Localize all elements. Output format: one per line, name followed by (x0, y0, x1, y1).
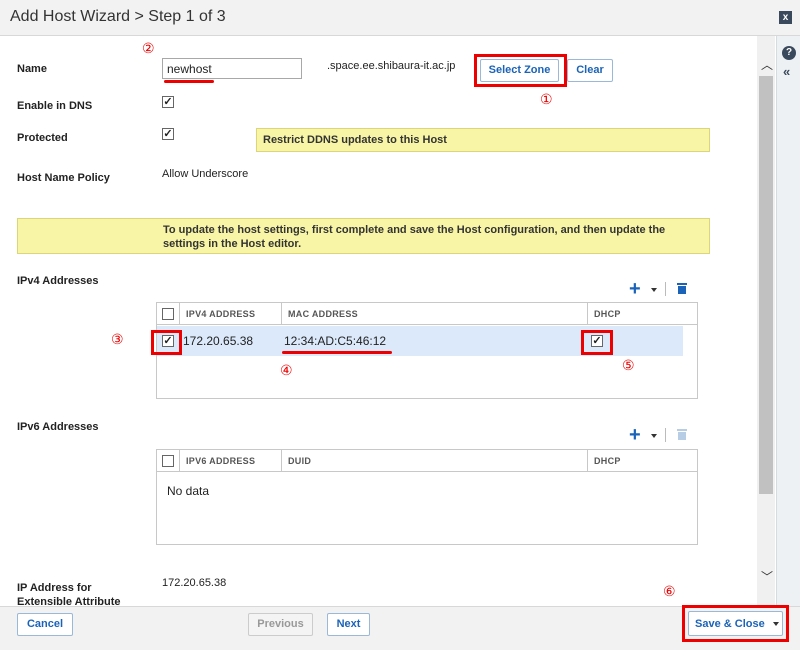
host-name-policy-label: Host Name Policy (17, 172, 110, 184)
annotation-4: ④ (280, 362, 293, 378)
scroll-down-icon[interactable]: ﹀ (761, 568, 773, 585)
ipv6-col-duid[interactable]: DUID (281, 450, 587, 472)
clear-button[interactable]: Clear (567, 59, 613, 82)
enable-dns-checkbox[interactable]: ✓ (162, 96, 174, 108)
dropdown-caret-icon[interactable] (651, 288, 657, 292)
annotation-2: ② (142, 40, 155, 56)
save-close-button[interactable]: Save & Close (688, 611, 783, 636)
dialog-footer: Cancel Previous Next ⑥ Save & Close (0, 583, 800, 650)
name-label: Name (17, 63, 47, 75)
ipv4-select-all-checkbox[interactable] (162, 308, 174, 320)
toolbar-separator (665, 428, 666, 442)
cancel-button[interactable]: Cancel (17, 613, 73, 636)
ipv6-grid: IPV6 ADDRESS DUID DHCP No data (156, 449, 698, 545)
ipv4-section-label: IPv4 Addresses (17, 275, 99, 287)
mac-address-cell: 12:34:AD:C5:46:12 (284, 334, 387, 348)
collapse-icon[interactable]: « (783, 64, 790, 79)
zone-suffix: .space.ee.shibaura-it.ac.jp (327, 60, 456, 72)
add-ipv4-icon[interactable]: + (629, 279, 641, 299)
ipv6-empty-text: No data (167, 484, 210, 498)
info-note: To update the host settings, first compl… (17, 218, 710, 254)
ipv6-grid-header: IPV6 ADDRESS DUID DHCP (157, 450, 697, 472)
toolbar-separator (665, 282, 666, 296)
dialog-title: Add Host Wizard > Step 1 of 3 (10, 8, 226, 25)
ipv6-col-address[interactable]: IPV6 ADDRESS (179, 450, 281, 472)
ipv4-col-dhcp[interactable]: DHCP (587, 303, 697, 325)
help-icon[interactable]: ? (782, 46, 796, 60)
annotation-box-row-checkbox (151, 330, 182, 355)
protected-note: Restrict DDNS updates to this Host (256, 128, 710, 152)
close-icon[interactable]: x (779, 11, 792, 24)
dropdown-caret-icon[interactable] (773, 622, 779, 626)
ipv4-address-cell: 172.20.65.38 (183, 334, 254, 348)
annotation-6: ⑥ (663, 583, 676, 599)
select-zone-button[interactable]: Select Zone (480, 59, 559, 82)
dialog-content: Name ② .space.ee.shibaura-it.ac.jp Selec… (0, 36, 757, 606)
save-close-label: Save & Close (695, 618, 765, 630)
annotation-underline-mac (282, 351, 392, 354)
annotation-5: ⑤ (622, 357, 635, 373)
scrollbar-thumb[interactable] (759, 76, 773, 494)
host-name-policy-value: Allow Underscore (162, 168, 249, 180)
annotation-1: ① (540, 91, 553, 107)
ipv4-grid: IPV4 ADDRESS MAC ADDRESS DHCP ✓ 172.20.6… (156, 302, 698, 399)
ip-ea-label: IP Address for Extensible Attribute (17, 582, 121, 606)
previous-button[interactable]: Previous (248, 613, 313, 636)
scroll-up-icon[interactable]: ︿ (761, 56, 773, 73)
ip-ea-value: 172.20.65.38 (162, 577, 227, 589)
annotation-box-dhcp (581, 330, 613, 355)
add-ipv6-icon[interactable]: + (629, 425, 641, 445)
trash-icon[interactable] (677, 283, 687, 294)
ipv6-col-dhcp[interactable]: DHCP (587, 450, 697, 472)
annotation-underline-name (164, 80, 214, 83)
annotation-3: ③ (111, 331, 124, 347)
protected-label: Protected (17, 132, 68, 144)
dropdown-caret-icon[interactable] (651, 434, 657, 438)
trash-icon (677, 429, 687, 440)
name-input[interactable] (162, 58, 302, 79)
help-panel: ? « (776, 36, 800, 606)
ipv6-section-label: IPv6 Addresses (17, 421, 99, 433)
vertical-scrollbar[interactable]: ︿ ﹀ (757, 36, 775, 606)
ipv4-col-mac[interactable]: MAC ADDRESS (281, 303, 587, 325)
ipv4-col-address[interactable]: IPV4 ADDRESS (179, 303, 281, 325)
protected-checkbox[interactable]: ✓ (162, 128, 174, 140)
dialog-titlebar: Add Host Wizard > Step 1 of 3 x (0, 0, 800, 36)
enable-dns-label: Enable in DNS (17, 100, 93, 112)
next-button[interactable]: Next (327, 613, 370, 636)
ipv6-select-all-checkbox[interactable] (162, 455, 174, 467)
ipv4-grid-header: IPV4 ADDRESS MAC ADDRESS DHCP (157, 303, 697, 325)
